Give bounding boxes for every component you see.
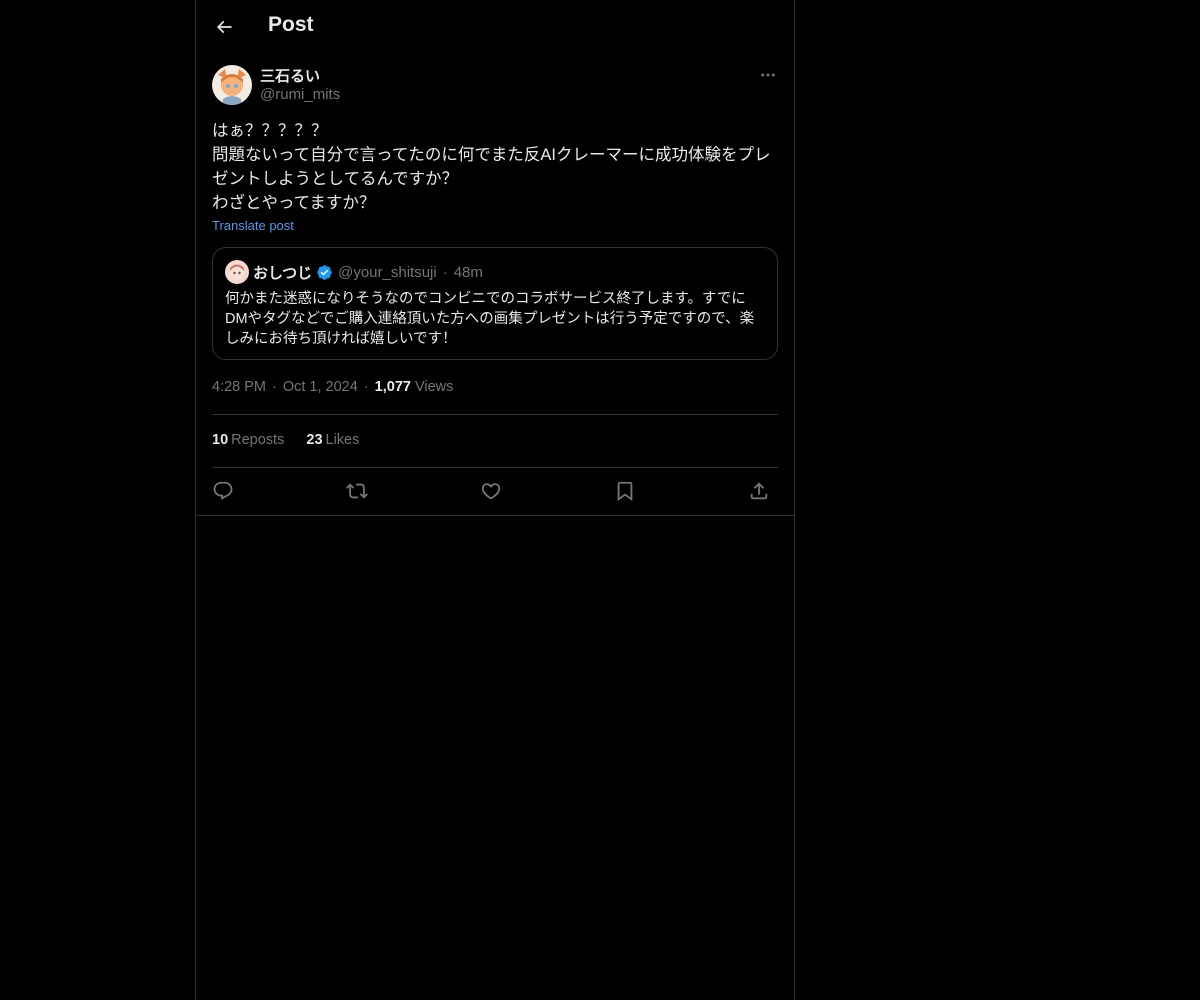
post-metadata: 4:28 PM · Oct 1, 2024 · 1,077 Views — [212, 379, 453, 395]
quote-avatar — [225, 260, 249, 284]
reposts-label: Reposts — [231, 432, 285, 448]
quote-header: おしつじ @your_shitsuji · 48m — [253, 262, 483, 283]
quote-author-name: おしつじ — [253, 265, 313, 282]
reposts-stat[interactable]: 10 Reposts — [212, 432, 284, 448]
bookmark-button[interactable] — [612, 478, 638, 504]
translate-post-link[interactable]: Translate post — [212, 218, 294, 233]
divider — [212, 467, 778, 468]
post-author: 三石るい @rumi_mits — [212, 65, 778, 107]
post-text: はぁ？？？？？ 問題ないって自分で言ってたのに何でまた反AIクレーマーに成功体験… — [212, 122, 771, 212]
more-button[interactable] — [758, 65, 778, 85]
quote-timestamp: 48m — [453, 264, 483, 281]
post-bottom-border — [196, 515, 794, 516]
quote-text: 何かまた迷惑になりそうなのでコンビニでのコラボサービス終了します。すでにDMやタ… — [225, 291, 755, 347]
quote-avatar-image — [225, 260, 249, 284]
reply-button[interactable] — [210, 478, 236, 504]
avatar[interactable] — [212, 65, 252, 105]
post-time[interactable]: 4:28 PM — [212, 379, 266, 395]
page-title: Post — [268, 13, 314, 36]
action-bar — [212, 478, 778, 504]
header: Post — [196, 0, 794, 54]
likes-stat[interactable]: 23 Likes — [306, 432, 359, 448]
views-label: Views — [414, 379, 454, 395]
avatar-image — [212, 65, 252, 105]
main-column: Post 三石るい @rumi_mits はぁ？？？？？ 問題ないって自分で言っ… — [195, 0, 795, 1000]
like-icon — [481, 483, 501, 500]
reply-icon — [213, 481, 233, 500]
quoted-post[interactable]: おしつじ @your_shitsuji · 48m 何かまた迷惑になりそうなので… — [212, 247, 778, 360]
quote-author-handle: @your_shitsuji — [338, 264, 437, 281]
views-count: 1,077 — [374, 379, 411, 395]
bookmark-icon — [617, 481, 633, 502]
verified-badge-icon — [316, 264, 333, 281]
quote-separator: · — [442, 264, 448, 281]
repost-icon — [346, 483, 368, 499]
meta-separator: · — [272, 379, 277, 395]
likes-label: Likes — [325, 432, 360, 448]
meta-separator-2: · — [363, 379, 369, 395]
share-icon — [750, 482, 768, 500]
repost-button[interactable] — [344, 478, 370, 504]
back-button[interactable] — [210, 13, 238, 41]
like-button[interactable] — [478, 478, 504, 504]
reposts-count: 10 — [212, 432, 229, 448]
likes-count: 23 — [306, 432, 323, 448]
divider — [212, 414, 778, 415]
share-button[interactable] — [746, 478, 772, 504]
author-name[interactable]: 三石るい — [260, 65, 320, 86]
more-icon — [761, 73, 775, 77]
back-arrow-icon — [216, 20, 232, 34]
post-date[interactable]: Oct 1, 2024 — [283, 379, 358, 395]
author-handle[interactable]: @rumi_mits — [260, 86, 340, 103]
post-stats: 10 Reposts 23 Likes — [212, 432, 377, 448]
